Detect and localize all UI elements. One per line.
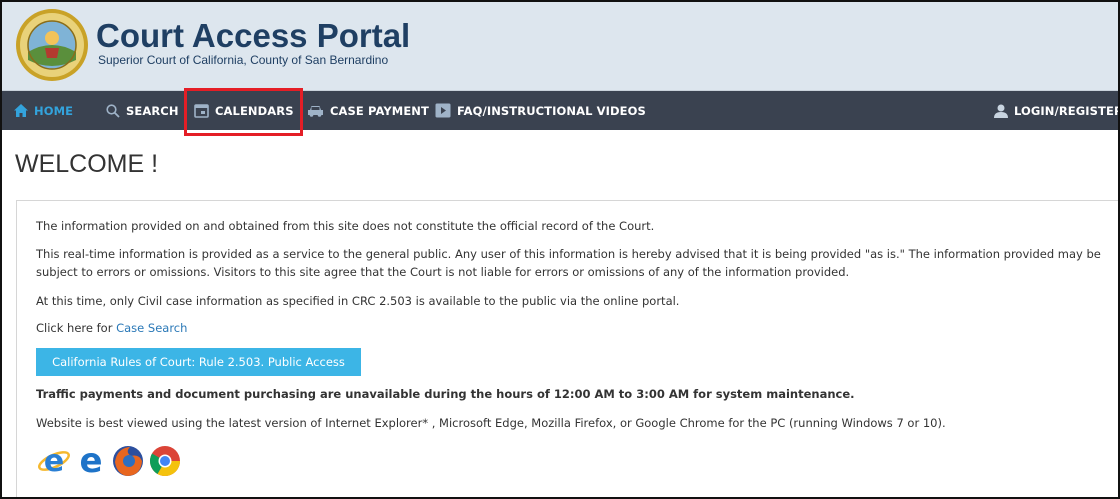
svg-text:e: e: [79, 444, 102, 478]
chrome-icon: [149, 446, 180, 477]
site-header: Court Access Portal Superior Court of Ca…: [2, 2, 1118, 91]
calendar-icon: [194, 103, 209, 118]
nav-home-label: HOME: [34, 103, 74, 118]
case-search-link[interactable]: Case Search: [116, 321, 187, 335]
user-icon: [994, 104, 1008, 118]
maintenance-notice: Traffic payments and document purchasing…: [36, 387, 855, 401]
portal-subtitle: Superior Court of California, County of …: [98, 53, 389, 67]
rule-2503-button[interactable]: California Rules of Court: Rule 2.503. P…: [36, 348, 361, 376]
firefox-icon: [113, 446, 143, 476]
nav-faq-videos[interactable]: FAQ/INSTRUCTIONAL VIDEOS: [435, 91, 646, 130]
nav-search-label: SEARCH: [126, 103, 179, 118]
edge-icon: e: [79, 444, 102, 478]
video-icon: [435, 103, 451, 118]
case-search-line: Click here for Case Search: [36, 319, 187, 337]
nav-calendars-label: CALENDARS: [215, 103, 294, 118]
browser-recommendation: Website is best viewed using the latest …: [36, 416, 946, 430]
county-seal-logo: [16, 9, 88, 81]
nav-login-register[interactable]: LOGIN/REGISTER: [994, 91, 1120, 130]
nav-case-payment-label: CASE PAYMENT: [330, 103, 429, 118]
nav-case-payment[interactable]: CASE PAYMENT: [307, 91, 429, 130]
page-title: WELCOME !: [15, 150, 159, 178]
nav-home[interactable]: HOME: [14, 91, 73, 130]
nav-calendars[interactable]: CALENDARS: [194, 91, 294, 130]
info-panel: The information provided on and obtained…: [16, 200, 1118, 497]
browser-icons: e e: [37, 444, 182, 478]
disclaimer-paragraph: The information provided on and obtained…: [36, 219, 655, 233]
nav-search[interactable]: SEARCH: [106, 91, 179, 130]
portal-title: Court Access Portal: [96, 17, 411, 54]
search-icon: [106, 103, 120, 118]
page-frame: Court Access Portal Superior Court of Ca…: [0, 0, 1120, 499]
real-time-info-paragraph: This real-time information is provided a…: [36, 247, 1101, 279]
car-icon: [307, 104, 324, 118]
nav-login-label: LOGIN/REGISTER: [1014, 103, 1120, 118]
internet-explorer-icon: e: [38, 444, 70, 478]
main-navigation: HOME SEARCH CALENDARS CASE PAYMENT FAQ/I…: [2, 91, 1118, 130]
home-icon: [14, 104, 28, 117]
svg-text:e: e: [44, 444, 64, 478]
civil-case-paragraph: At this time, only Civil case informatio…: [36, 294, 680, 308]
nav-faq-videos-label: FAQ/INSTRUCTIONAL VIDEOS: [457, 103, 646, 118]
case-search-prefix: Click here for: [36, 321, 117, 335]
